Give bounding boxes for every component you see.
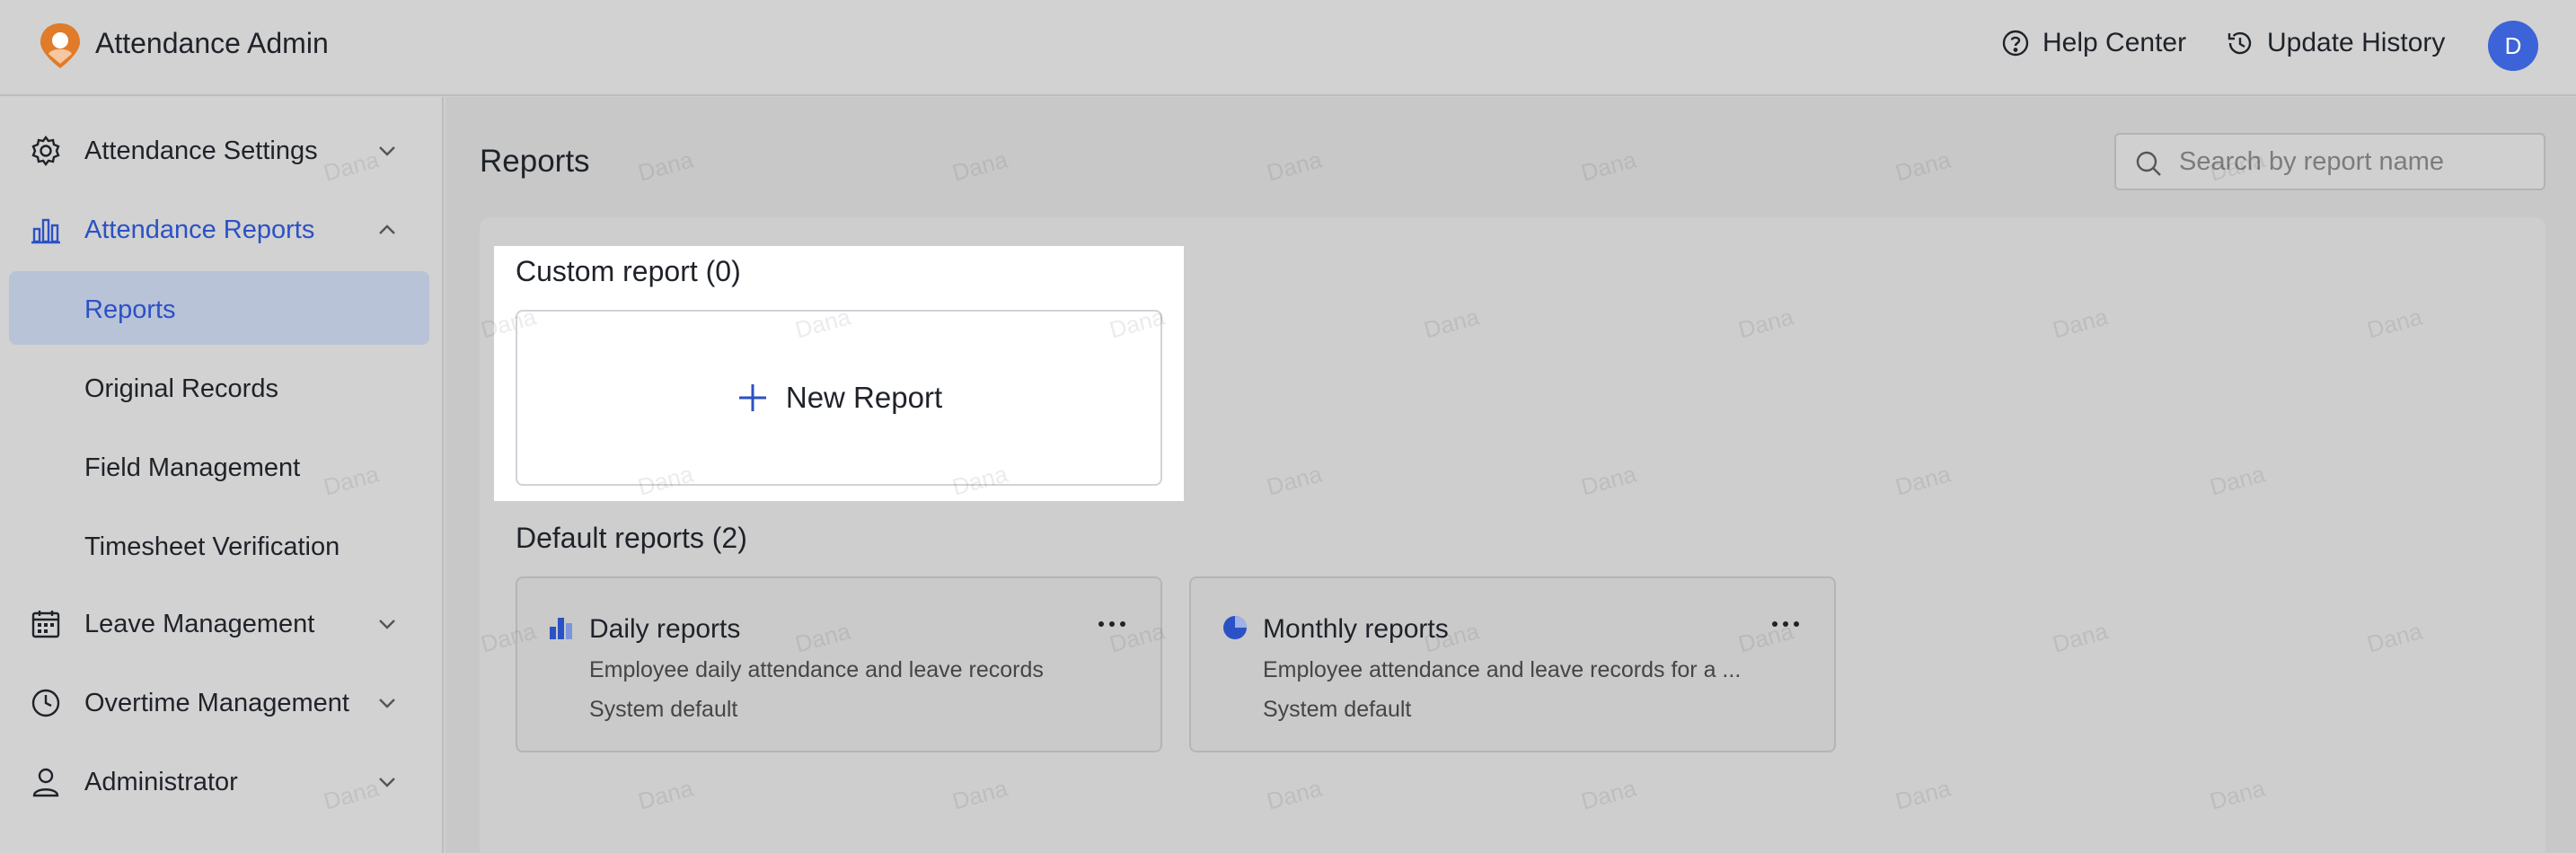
clock-icon [31,689,60,717]
report-card-description: Employee daily attendance and leave reco… [589,657,1044,682]
new-report-button[interactable]: New Report [516,310,1162,486]
calendar-icon [31,611,60,638]
help-center-link[interactable]: Help Center [2001,28,2186,58]
report-card-monthly[interactable]: Monthly reports Employee attendance and … [1189,576,1836,752]
sidebar-item-reports[interactable]: Reports [9,271,429,345]
user-icon [32,768,59,797]
chevron-down-icon [379,146,395,156]
help-circle-icon [2002,30,2029,57]
sidebar-item-label: Field Management [84,453,301,482]
custom-report-title: Custom report (0) [516,255,741,287]
plus-icon [738,384,766,411]
report-card-subtitle: System default [1263,697,1412,722]
report-card-title: Daily reports [589,614,741,644]
sidebar-item-label: Attendance Reports [84,215,315,244]
report-card-daily[interactable]: Daily reports Employee daily attendance … [516,576,1162,752]
sidebar-item-label: Administrator [84,767,238,796]
sidebar-item-label: Timesheet Verification [84,532,340,561]
search-box[interactable] [2114,133,2545,190]
history-icon [2228,31,2252,55]
bar-chart-icon [31,218,60,244]
update-history-link[interactable]: Update History [2226,28,2445,58]
report-card-subtitle: System default [589,697,738,722]
chevron-down-icon [379,699,395,708]
sidebar-item-timesheet-verification[interactable]: Timesheet Verification [9,508,429,582]
sidebar-item-label: Original Records [84,374,278,403]
gear-icon [31,136,60,166]
sidebar-item-administrator[interactable]: Administrator [0,745,444,819]
top-header: Attendance Admin Help Center Update Hist… [0,0,2576,96]
pie-chart-icon [1223,616,1247,639]
sidebar-item-label: Reports [84,295,176,324]
app-title: Attendance Admin [95,27,329,59]
sidebar: Attendance Settings Attendance Reports R… [0,97,444,853]
search-icon [2136,151,2161,176]
sidebar-item-field-management[interactable]: Field Management [9,429,429,503]
help-center-label: Help Center [2042,28,2187,57]
sidebar-item-label: Overtime Management [84,688,349,717]
sidebar-item-label: Leave Management [84,609,315,638]
bar-chart-icon [550,618,572,639]
search-input[interactable] [2179,142,2529,181]
chevron-up-icon [379,224,395,234]
app-logo-icon [40,23,80,68]
report-card-description: Employee attendance and leave records fo… [1263,657,1742,682]
more-options-icon[interactable] [1768,611,1804,638]
new-report-label: New Report [785,381,943,414]
sidebar-item-label: Attendance Settings [84,136,318,165]
sidebar-item-attendance-settings[interactable]: Attendance Settings [0,114,444,188]
update-history-label: Update History [2267,28,2446,57]
sidebar-item-overtime-management[interactable]: Overtime Management [0,666,444,740]
avatar[interactable]: D [2488,21,2538,71]
chevron-down-icon [379,778,395,787]
report-card-title: Monthly reports [1263,614,1449,644]
default-reports-title: Default reports (2) [516,522,747,554]
page-title: Reports [480,144,590,179]
sidebar-item-original-records[interactable]: Original Records [9,350,429,424]
sidebar-item-leave-management[interactable]: Leave Management [0,587,444,661]
more-options-icon[interactable] [1094,611,1130,638]
chevron-down-icon [379,620,395,629]
sidebar-item-attendance-reports[interactable]: Attendance Reports [0,193,444,267]
